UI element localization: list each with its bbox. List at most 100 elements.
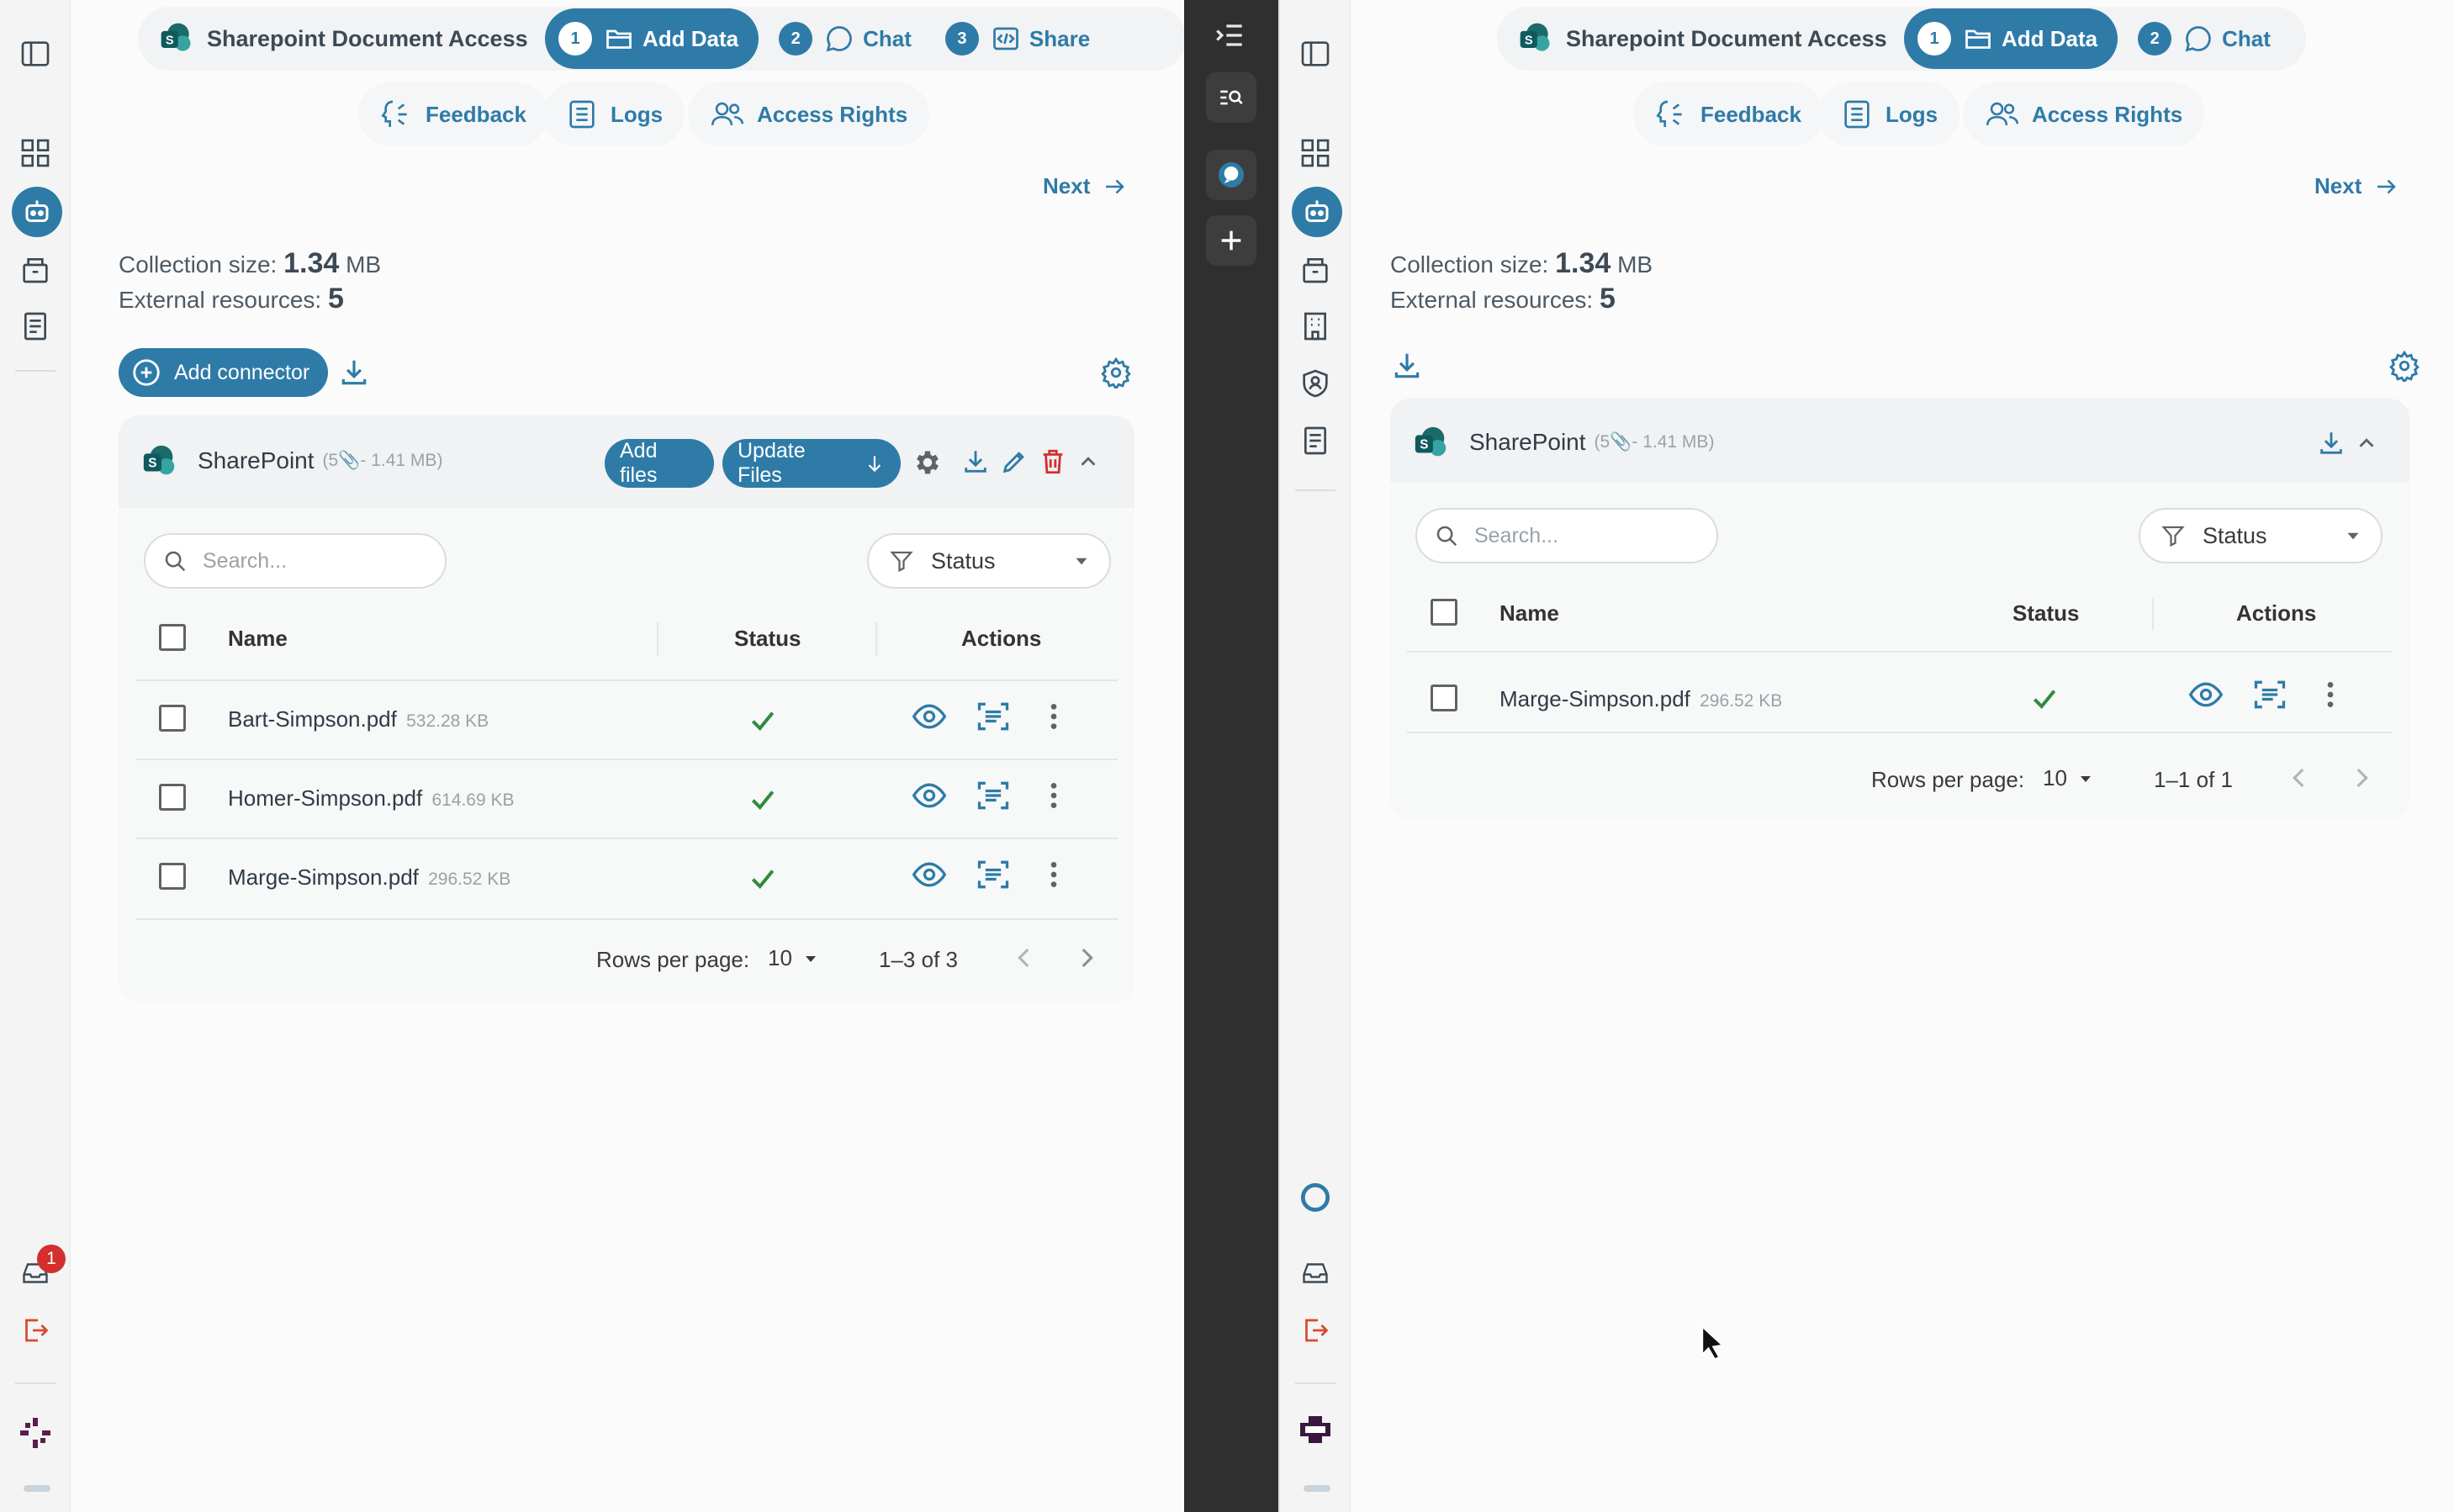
marketplace-icon[interactable]	[15, 249, 56, 289]
edit-pencil-icon[interactable]	[1000, 447, 1029, 476]
add-connector-button[interactable]: Add connector	[119, 348, 329, 397]
extract-text-icon[interactable]	[2251, 676, 2288, 713]
step-share[interactable]: 3 Share	[932, 8, 1110, 69]
table-row[interactable]: Marge-Simpson.pdf 296.52 KB	[228, 864, 510, 891]
prev-page-chevron-icon[interactable]	[2285, 764, 2314, 792]
external-resources-label: External resources:	[1390, 287, 1594, 313]
next-page-chevron-icon[interactable]	[2347, 764, 2376, 792]
collection-size: Collection size: 1.34 MB	[119, 247, 381, 280]
table-row[interactable]: Homer-Simpson.pdf 614.69 KB	[228, 785, 515, 812]
document-icon[interactable]	[15, 306, 56, 346]
search-input[interactable]: Search...	[144, 533, 447, 589]
status-filter-label: Status	[931, 547, 996, 574]
status-filter-dropdown[interactable]: Status	[867, 533, 1111, 589]
row-checkbox[interactable]	[159, 705, 186, 732]
settings-gear-icon[interactable]	[1100, 357, 1132, 389]
delete-trash-icon[interactable]	[1039, 447, 1067, 476]
bot-icon[interactable]	[1292, 187, 1342, 237]
connector-settings-icon[interactable]	[912, 447, 943, 478]
row-divider	[135, 838, 1118, 839]
row-checkbox[interactable]	[1431, 685, 1457, 711]
search-history-icon[interactable]	[1206, 72, 1256, 123]
rows-per-page-value: 10	[2043, 765, 2067, 790]
tab-logs[interactable]: Logs	[1818, 82, 1960, 146]
step-add-data[interactable]: 1 Add Data	[1904, 8, 2118, 69]
row-checkbox[interactable]	[159, 784, 186, 811]
folder-open-icon	[1965, 29, 1991, 49]
extract-text-icon[interactable]	[975, 856, 1012, 893]
download-icon[interactable]	[1391, 350, 1423, 382]
row-checkbox[interactable]	[159, 863, 186, 890]
column-header-status[interactable]: Status	[2012, 600, 2079, 626]
tab-feedback[interactable]: Feedback	[1633, 82, 1823, 146]
collapse-chevron-up-icon[interactable]	[2354, 431, 2379, 456]
extract-text-icon[interactable]	[975, 698, 1012, 735]
table-row[interactable]: Bart-Simpson.pdf 532.28 KB	[228, 706, 489, 732]
more-vert-icon[interactable]	[1037, 698, 1071, 735]
extract-text-icon[interactable]	[975, 777, 1012, 814]
rail-handle[interactable]	[1304, 1485, 1330, 1492]
search-placeholder: Search...	[1474, 523, 1559, 547]
status-filter-dropdown[interactable]: Status	[2139, 508, 2383, 563]
add-plus-icon[interactable]	[1206, 215, 1256, 266]
next-button[interactable]: Next	[1043, 173, 1127, 199]
step-label: Add Data	[2002, 25, 2098, 51]
step-add-data[interactable]: 1 Add Data	[545, 8, 759, 69]
step-chat[interactable]: 2 Chat	[765, 8, 932, 69]
more-vert-icon[interactable]	[1037, 856, 1071, 893]
collapse-menu-icon[interactable]	[1211, 17, 1248, 54]
building-icon[interactable]	[1295, 306, 1335, 346]
select-all-checkbox[interactable]	[1431, 599, 1457, 626]
status-success-check-icon	[746, 861, 780, 895]
inbox-icon[interactable]	[1295, 1253, 1335, 1293]
rail-handle[interactable]	[24, 1485, 50, 1492]
bot-icon[interactable]	[12, 187, 62, 237]
next-button[interactable]: Next	[2314, 173, 2398, 199]
sidebar-toggle-icon[interactable]	[15, 34, 56, 74]
file-name: Marge-Simpson.pdf	[228, 864, 419, 890]
connector-download-icon[interactable]	[961, 447, 990, 476]
tab-feedback[interactable]: Feedback	[358, 82, 548, 146]
assistant-ring-icon[interactable]	[1295, 1177, 1335, 1218]
tab-access-rights[interactable]: Access Rights	[688, 82, 930, 146]
connector-download-icon[interactable]	[2317, 429, 2346, 457]
download-icon[interactable]	[338, 357, 370, 389]
view-eye-icon[interactable]	[911, 856, 948, 893]
add-files-button[interactable]: Add files	[605, 439, 714, 488]
sidebar-toggle-icon[interactable]	[1295, 34, 1335, 74]
logout-icon[interactable]	[1295, 1310, 1335, 1351]
select-all-checkbox[interactable]	[159, 624, 186, 651]
caret-down-icon	[2347, 532, 2359, 540]
view-eye-icon[interactable]	[911, 698, 948, 735]
dashboard-icon[interactable]	[1295, 133, 1335, 173]
table-row[interactable]: Marge-Simpson.pdf 296.52 KB	[1499, 686, 1782, 712]
tab-logs[interactable]: Logs	[543, 82, 685, 146]
more-vert-icon[interactable]	[1037, 777, 1071, 814]
column-header-name[interactable]: Name	[228, 626, 288, 652]
search-input[interactable]: Search...	[1415, 508, 1718, 563]
shield-user-icon[interactable]	[1295, 363, 1335, 404]
assistant-chat-icon[interactable]	[1206, 150, 1256, 200]
view-eye-icon[interactable]	[2187, 676, 2224, 713]
update-files-button[interactable]: Update Files	[722, 439, 901, 488]
more-vert-icon[interactable]	[2314, 676, 2347, 713]
rows-per-page-select[interactable]: 10	[768, 945, 821, 971]
dashboard-icon[interactable]	[15, 133, 56, 173]
column-header-name[interactable]: Name	[1499, 600, 1559, 626]
marketplace-icon[interactable]	[1295, 249, 1335, 289]
column-header-status[interactable]: Status	[734, 626, 801, 652]
view-eye-icon[interactable]	[911, 777, 948, 814]
prev-page-chevron-icon[interactable]	[1010, 944, 1039, 972]
document-icon[interactable]	[1295, 420, 1335, 461]
settings-gear-icon[interactable]	[2388, 350, 2420, 382]
logout-icon[interactable]	[15, 1310, 56, 1351]
next-page-chevron-icon[interactable]	[1072, 944, 1101, 972]
collapse-chevron-up-icon[interactable]	[1076, 449, 1101, 474]
update-files-label: Update Files	[738, 439, 806, 487]
collection-size-label: Collection size:	[1390, 251, 1549, 278]
rows-per-page-select[interactable]: 10	[2043, 765, 2096, 791]
connector-name: SharePoint	[198, 447, 315, 473]
external-resources-label: External resources:	[119, 287, 322, 313]
tab-access-rights[interactable]: Access Rights	[1963, 82, 2205, 146]
step-chat[interactable]: 2 Chat	[2124, 8, 2291, 69]
